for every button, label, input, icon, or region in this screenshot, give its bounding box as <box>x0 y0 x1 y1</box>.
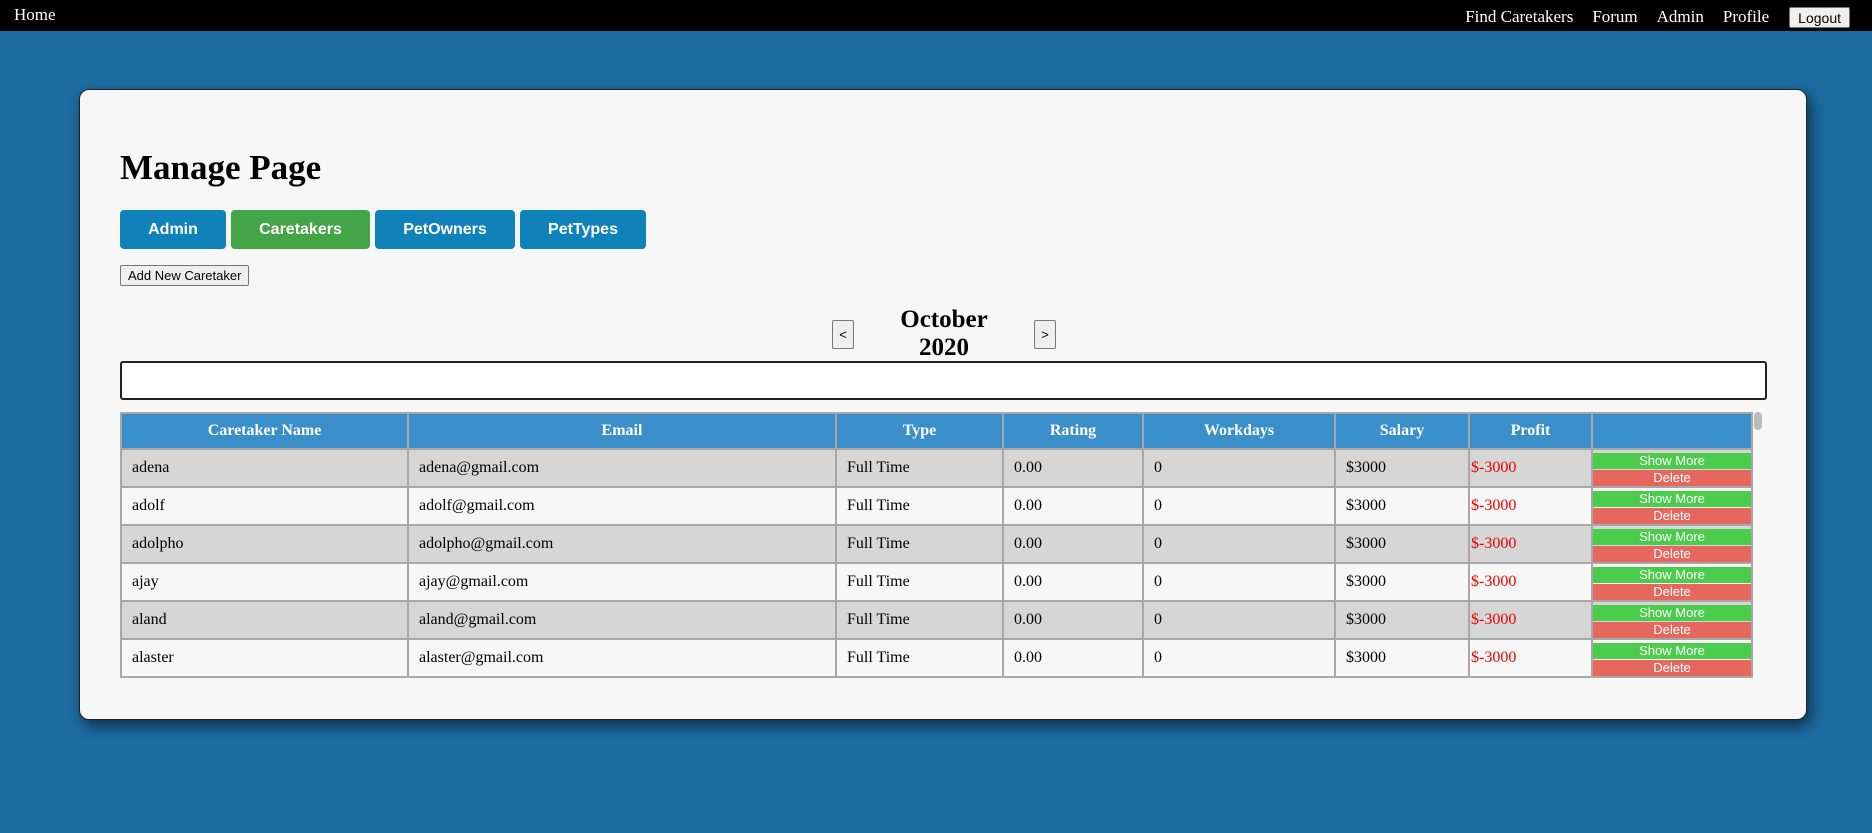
delete-button[interactable]: Delete <box>1593 545 1751 562</box>
cell-actions: Show More Delete <box>1591 600 1753 640</box>
tab-pettypes[interactable]: PetTypes <box>520 210 646 249</box>
show-more-button[interactable]: Show More <box>1593 452 1751 469</box>
cell-profit: $-3000 <box>1468 638 1593 678</box>
nav-right: Find Caretakers Forum Admin Profile Logo… <box>1446 5 1850 28</box>
next-month-button[interactable]: > <box>1034 319 1056 349</box>
nav-forum-link[interactable]: Forum <box>1592 7 1637 27</box>
delete-button[interactable]: Delete <box>1593 583 1751 600</box>
header-caretaker-name: Caretaker Name <box>120 412 409 450</box>
delete-button[interactable]: Delete <box>1593 659 1751 676</box>
nav-admin-link[interactable]: Admin <box>1657 7 1704 27</box>
manage-card: Manage Page Admin Caretakers PetOwners P… <box>79 89 1807 720</box>
cell-rating: 0.00 <box>1002 524 1144 564</box>
cell-email: aland@gmail.com <box>407 600 837 640</box>
tab-petowners[interactable]: PetOwners <box>375 210 515 249</box>
show-more-button[interactable]: Show More <box>1593 490 1751 507</box>
cell-actions: Show More Delete <box>1591 524 1753 564</box>
cell-email: adolf@gmail.com <box>407 486 837 526</box>
table-header-row: Caretaker Name Email Type Rating Workday… <box>120 412 1753 450</box>
cell-type: Full Time <box>835 448 1004 488</box>
cell-type: Full Time <box>835 524 1004 564</box>
cell-email: ajay@gmail.com <box>407 562 837 602</box>
tab-admin[interactable]: Admin <box>120 210 226 249</box>
show-more-button[interactable]: Show More <box>1593 642 1751 659</box>
table-row: adolf adolf@gmail.com Full Time 0.00 0 $3000 $… <box>120 486 1753 526</box>
search-input[interactable] <box>120 361 1767 400</box>
cell-type: Full Time <box>835 600 1004 640</box>
nav-find-caretakers-link[interactable]: Find Caretakers <box>1465 7 1573 27</box>
month-label: October 2020 <box>900 306 988 361</box>
cell-workdays: 0 <box>1142 524 1336 564</box>
cell-workdays: 0 <box>1142 486 1336 526</box>
cell-name: alaster <box>120 638 409 678</box>
table-scrollbar[interactable] <box>1754 412 1762 430</box>
cell-salary: $3000 <box>1334 486 1470 526</box>
cell-rating: 0.00 <box>1002 486 1144 526</box>
nav-home-link[interactable]: Home <box>14 5 56 25</box>
header-email: Email <box>407 412 837 450</box>
page-title: Manage Page <box>120 148 322 187</box>
header-actions <box>1591 412 1753 450</box>
cell-type: Full Time <box>835 562 1004 602</box>
prev-month-button[interactable]: < <box>832 319 854 349</box>
delete-button[interactable]: Delete <box>1593 621 1751 638</box>
cell-rating: 0.00 <box>1002 600 1144 640</box>
header-rating: Rating <box>1002 412 1144 450</box>
table-row: adolpho adolpho@gmail.com Full Time 0.00 0 $3… <box>120 524 1753 564</box>
cell-rating: 0.00 <box>1002 448 1144 488</box>
table-row: ajay ajay@gmail.com Full Time 0.00 0 $3000 $-3… <box>120 562 1753 602</box>
cell-rating: 0.00 <box>1002 638 1144 678</box>
caretaker-table-container[interactable]: Caretaker Name Email Type Rating Workday… <box>120 412 1767 678</box>
tab-caretakers[interactable]: Caretakers <box>231 210 370 249</box>
cell-profit: $-3000 <box>1468 562 1593 602</box>
table-row: aland aland@gmail.com Full Time 0.00 0 $3000 $… <box>120 600 1753 640</box>
cell-email: adolpho@gmail.com <box>407 524 837 564</box>
cell-actions: Show More Delete <box>1591 448 1753 488</box>
add-caretaker-button[interactable]: Add New Caretaker <box>120 265 250 286</box>
cell-salary: $3000 <box>1334 600 1470 640</box>
cell-name: adena <box>120 448 409 488</box>
cell-type: Full Time <box>835 486 1004 526</box>
show-more-button[interactable]: Show More <box>1593 566 1751 583</box>
header-salary: Salary <box>1334 412 1470 450</box>
cell-name: aland <box>120 600 409 640</box>
cell-email: adena@gmail.com <box>407 448 837 488</box>
cell-workdays: 0 <box>1142 448 1336 488</box>
cell-profit: $-3000 <box>1468 600 1593 640</box>
cell-salary: $3000 <box>1334 448 1470 488</box>
cell-type: Full Time <box>835 638 1004 678</box>
cell-profit: $-3000 <box>1468 448 1593 488</box>
cell-workdays: 0 <box>1142 638 1336 678</box>
month-navigator: < October 2020 > <box>832 306 1056 362</box>
cell-workdays: 0 <box>1142 600 1336 640</box>
cell-rating: 0.00 <box>1002 562 1144 602</box>
cell-name: adolpho <box>120 524 409 564</box>
tab-bar: Admin Caretakers PetOwners PetTypes <box>120 210 651 249</box>
cell-profit: $-3000 <box>1468 524 1593 564</box>
cell-name: ajay <box>120 562 409 602</box>
logout-button[interactable]: Logout <box>1789 7 1850 28</box>
cell-workdays: 0 <box>1142 562 1336 602</box>
cell-actions: Show More Delete <box>1591 486 1753 526</box>
header-type: Type <box>835 412 1004 450</box>
cell-actions: Show More Delete <box>1591 638 1753 678</box>
show-more-button[interactable]: Show More <box>1593 528 1751 545</box>
delete-button[interactable]: Delete <box>1593 469 1751 486</box>
header-profit: Profit <box>1468 412 1593 450</box>
header-workdays: Workdays <box>1142 412 1336 450</box>
cell-actions: Show More Delete <box>1591 562 1753 602</box>
table-row: adena adena@gmail.com Full Time 0.00 0 $3000 $… <box>120 448 1753 488</box>
cell-salary: $3000 <box>1334 562 1470 602</box>
caretaker-table: Caretaker Name Email Type Rating Workday… <box>120 412 1753 678</box>
table-row: alaster alaster@gmail.com Full Time 0.00 0 $3… <box>120 638 1753 678</box>
cell-salary: $3000 <box>1334 638 1470 678</box>
cell-profit: $-3000 <box>1468 486 1593 526</box>
nav-profile-link[interactable]: Profile <box>1723 7 1769 27</box>
top-nav: Home Find Caretakers Forum Admin Profile… <box>0 0 1872 31</box>
delete-button[interactable]: Delete <box>1593 507 1751 524</box>
show-more-button[interactable]: Show More <box>1593 604 1751 621</box>
cell-name: adolf <box>120 486 409 526</box>
cell-salary: $3000 <box>1334 524 1470 564</box>
cell-email: alaster@gmail.com <box>407 638 837 678</box>
